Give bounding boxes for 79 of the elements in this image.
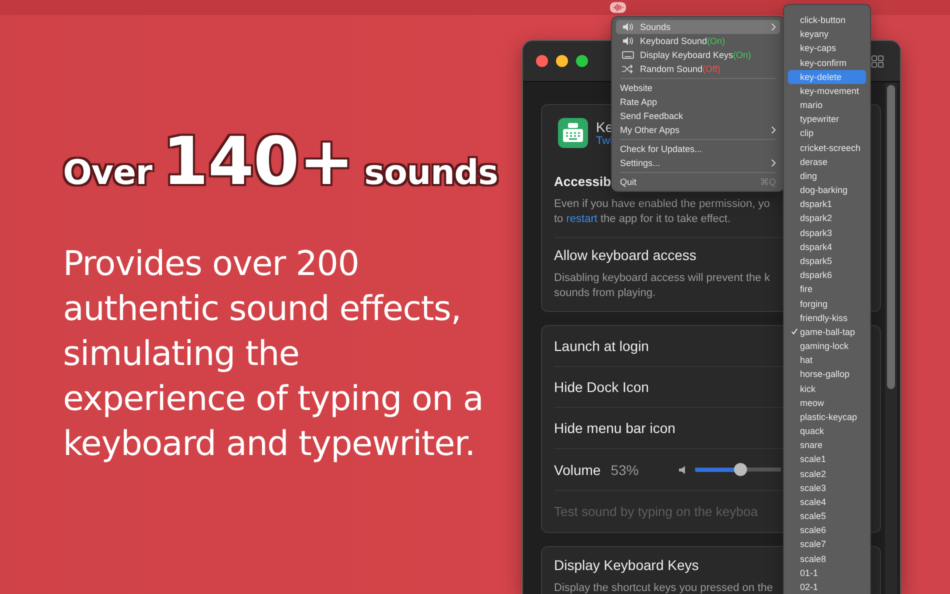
submenu-item[interactable]: scale8 (788, 552, 866, 566)
submenu-item[interactable]: kick (788, 381, 866, 396)
menu-item[interactable]: Check for Updates... (616, 142, 780, 156)
menu-item[interactable]: Sounds (616, 20, 780, 34)
submenu-item[interactable]: key-movement (788, 84, 866, 98)
menu-item[interactable]: Settings... (616, 156, 780, 170)
submenu-item[interactable]: forging (788, 296, 866, 311)
submenu-item[interactable]: dspark1 (788, 197, 866, 212)
chevron-icon (771, 23, 776, 31)
setting-title: Hide menu bar icon (554, 420, 676, 436)
submenu-item[interactable]: meow (788, 396, 866, 410)
setting-title: Display Keyboard Keys (554, 557, 699, 573)
keyboard-icon (622, 50, 634, 60)
restart-link[interactable]: restart (566, 212, 598, 224)
submenu-item[interactable]: quack (788, 424, 866, 438)
setting-title: Accessib (554, 174, 612, 189)
submenu-item[interactable]: ding (788, 168, 866, 184)
setting-description: Even if you have enabled the permission, yo to restart the app for it to take effect. (554, 197, 770, 226)
setting-description: Disabling keyboard access will prevent the k sounds from playing. (554, 271, 770, 300)
headline: Over 140+ sounds (63, 123, 499, 200)
minimize-button[interactable] (556, 55, 568, 67)
chevron-icon (771, 126, 776, 134)
submenu-item[interactable]: clip (788, 126, 866, 141)
submenu-item[interactable]: dspark2 (788, 211, 866, 226)
setting-description: Display the shortcut keys you pressed on the (554, 581, 773, 594)
setting-title: Hide Dock Icon (554, 379, 649, 395)
submenu-item[interactable]: 02-1 (788, 580, 866, 594)
submenu-item[interactable]: dspark3 (788, 226, 866, 240)
keyboard-app-icon (558, 118, 588, 148)
submenu-item[interactable]: key-caps (788, 41, 866, 56)
menu-item[interactable]: My Other Apps (616, 123, 780, 137)
submenu-item[interactable]: click-button (788, 13, 866, 28)
submenu-item[interactable]: scale3 (788, 480, 866, 495)
setting-title: Launch at login (554, 338, 649, 354)
submenu-item[interactable]: 01-1 (788, 566, 866, 580)
chevron-icon (771, 159, 776, 167)
shuffle-icon (622, 64, 634, 74)
submenu-item[interactable]: derase (788, 154, 866, 169)
submenu-item[interactable]: scale6 (788, 523, 866, 538)
submenu-item[interactable]: gaming-lock (788, 338, 866, 354)
close-button[interactable] (536, 55, 548, 67)
menu-item[interactable]: Send Feedback (616, 109, 780, 123)
menu-item[interactable]: Website (616, 81, 780, 95)
submenu-item[interactable]: mario (788, 98, 866, 112)
submenu-item[interactable]: scale1 (788, 452, 866, 466)
submenu-item[interactable]: key-delete (788, 70, 866, 84)
submenu-item[interactable]: snare (788, 438, 866, 452)
grid-icon[interactable] (871, 54, 884, 68)
submenu-item[interactable]: horse-gallop (788, 367, 866, 382)
submenu-item[interactable]: dspark6 (788, 268, 866, 282)
submenu-item[interactable]: dspark4 (788, 240, 866, 254)
menu-item[interactable]: Random Sound(Off) (616, 62, 780, 76)
submenu-item[interactable]: scale7 (788, 537, 866, 552)
submenu-item[interactable]: keyany (788, 27, 866, 42)
submenu-item[interactable]: scale2 (788, 466, 866, 481)
menu-item[interactable]: Rate App (616, 95, 780, 109)
submenu-item[interactable]: typewriter (788, 112, 866, 126)
zoom-button[interactable] (576, 55, 588, 67)
submenu-item[interactable]: dspark5 (788, 254, 866, 268)
volume-label: Volume (554, 462, 601, 478)
speaker-icon (622, 22, 634, 32)
menu-item[interactable]: Display Keyboard Keys(On) (616, 48, 780, 62)
submenu-item[interactable]: friendly-kiss (788, 310, 866, 325)
submenu-item[interactable]: dog-barking (788, 183, 866, 198)
description: Provides over 200 authentic sound effects, simulating the experience of typing on a keyboard and typewriter. (63, 243, 484, 466)
submenu-item[interactable]: scale5 (788, 509, 866, 524)
scrollbar[interactable] (885, 83, 897, 594)
volume-reading: 53% (610, 462, 639, 478)
speaker-icon (622, 36, 634, 46)
speaker-icon (678, 464, 688, 474)
submenu-item[interactable]: plastic-keycap (788, 410, 866, 424)
setting-title: Allow keyboard access (554, 247, 696, 263)
submenu-item[interactable]: hat (788, 353, 866, 368)
submenu-item[interactable]: cricket-screech (788, 140, 866, 155)
menu-item[interactable]: Keyboard Sound(On) (616, 34, 780, 48)
submenu-item[interactable]: game-ball-tap (788, 324, 866, 339)
submenu-item[interactable]: scale4 (788, 494, 866, 510)
submenu-item[interactable]: key-confirm (788, 56, 866, 70)
submenu-item[interactable]: fire (788, 282, 866, 296)
